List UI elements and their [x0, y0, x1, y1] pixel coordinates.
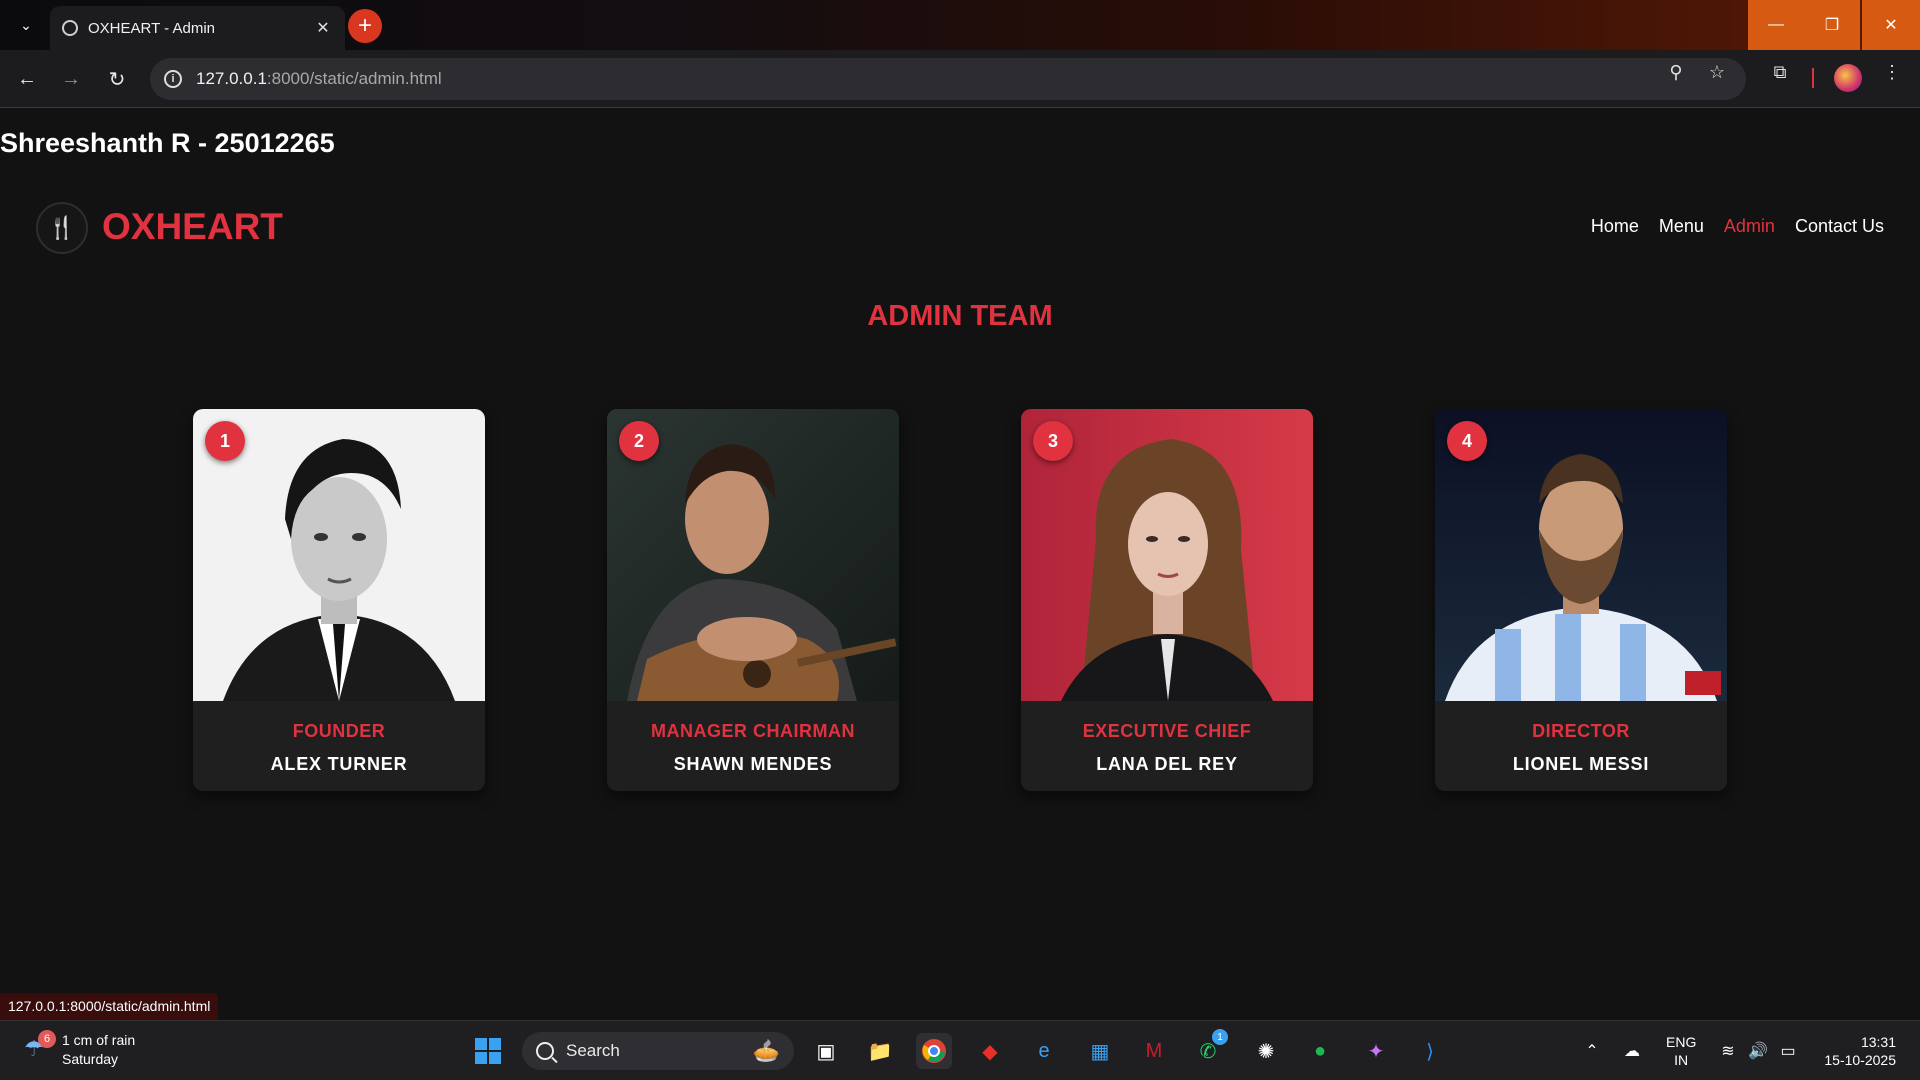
mcafee-icon[interactable]: M: [1136, 1033, 1172, 1069]
nav-menu[interactable]: Menu: [1659, 216, 1704, 237]
link-status-bubble: 127.0.0.1:8000/static/admin.html: [0, 993, 219, 1021]
forward-arrow-icon[interactable]: →: [56, 64, 86, 94]
search-icon: [536, 1042, 554, 1060]
spotify-icon[interactable]: ●: [1302, 1033, 1338, 1069]
reload-icon[interactable]: ↻: [102, 64, 132, 94]
new-tab-button[interactable]: +: [348, 9, 382, 43]
member-name: SHAWN MENDES: [673, 754, 833, 774]
window-close-button[interactable]: ✕: [1862, 0, 1920, 50]
taskbar: ☂ 6 1 cm of rain Saturday Search 🥧 ▣ 📁 ◆…: [0, 1020, 1920, 1080]
address-bar[interactable]: i 127.0.0.1:8000/static/admin.html: [150, 58, 1746, 100]
language-indicator[interactable]: ENG IN: [1666, 1033, 1696, 1069]
chrome-icon[interactable]: [916, 1033, 952, 1069]
anydesk-icon[interactable]: ◆: [972, 1033, 1008, 1069]
tab-search-dropdown-icon[interactable]: ⌄: [12, 12, 40, 38]
vscode-icon[interactable]: ⟩: [1412, 1033, 1448, 1069]
weather-day: Saturday: [62, 1051, 119, 1067]
main-nav: Home Menu Admin Contact Us: [1591, 216, 1884, 237]
member-role: MANAGER CHAIRMAN: [651, 721, 855, 741]
language-code: ENG: [1666, 1034, 1697, 1050]
team-card[interactable]: 3 EXECUTIVE CHIEF LANA DEL REY: [1021, 409, 1313, 791]
nav-home[interactable]: Home: [1591, 216, 1639, 237]
brand-title[interactable]: OXHEART: [102, 206, 283, 248]
window-minimize-button[interactable]: —: [1748, 0, 1804, 50]
extensions-icon[interactable]: ⧉: [1768, 60, 1792, 84]
bookmark-star-icon[interactable]: ☆: [1705, 60, 1729, 84]
clock[interactable]: 13:31 15-10-2025: [1824, 1033, 1896, 1069]
profile-avatar[interactable]: [1834, 64, 1862, 92]
url-host: 127.0.0.1: [196, 69, 267, 88]
site-info-icon[interactable]: i: [164, 70, 182, 88]
weather-badge: 6: [38, 1030, 56, 1048]
nav-admin[interactable]: Admin: [1724, 216, 1775, 237]
team-card[interactable]: 2 MANAGER CHAIRMAN SHAWN MENDES: [607, 409, 899, 791]
whatsapp-icon[interactable]: ✆ 1: [1190, 1029, 1228, 1069]
weather-widget[interactable]: ☂ 6 1 cm of rain Saturday: [24, 1030, 136, 1069]
search-label: Search: [566, 1041, 620, 1060]
chatgpt-icon[interactable]: ✺: [1248, 1033, 1284, 1069]
tab-close-icon[interactable]: ✕: [313, 18, 333, 38]
nav-contact-us[interactable]: Contact Us: [1795, 216, 1884, 237]
team-card[interactable]: 1 FOUNDER ALEX TURNER: [193, 409, 485, 791]
window-restore-button[interactable]: ❐: [1804, 0, 1860, 50]
battery-icon[interactable]: ▭: [1770, 1033, 1806, 1069]
clock-date: 15-10-2025: [1824, 1052, 1896, 1068]
zoom-icon[interactable]: ⚲: [1664, 60, 1688, 84]
browser-tab-bar: ⌄ OXHEART - Admin ✕ + — ❐ ✕: [0, 0, 1920, 50]
team-card[interactable]: 4 DIRECTOR LIONEL MESSI: [1435, 409, 1727, 791]
whatsapp-badge: 1: [1212, 1029, 1228, 1045]
member-role: FOUNDER: [292, 721, 386, 741]
student-heading: Shreeshanth R - 25012265: [0, 128, 335, 158]
store-icon[interactable]: ▦: [1082, 1033, 1118, 1069]
browser-tab-active[interactable]: OXHEART - Admin ✕: [50, 6, 345, 50]
globe-icon: [62, 20, 78, 36]
rank-badge: 4: [1447, 421, 1487, 461]
member-photo: 4: [1435, 409, 1727, 701]
rank-badge: 3: [1033, 421, 1073, 461]
weather-summary: 1 cm of rain: [62, 1032, 136, 1048]
tab-title: OXHEART - Admin: [88, 19, 215, 37]
ie-edge-icon[interactable]: e: [1026, 1033, 1062, 1069]
member-photo: 1: [193, 409, 485, 701]
member-name: LIONEL MESSI: [1512, 754, 1650, 774]
member-photo: 2: [607, 409, 899, 701]
member-photo: 3: [1021, 409, 1313, 701]
clock-time: 13:31: [1860, 1034, 1896, 1050]
member-role: EXECUTIVE CHIEF: [1082, 721, 1252, 741]
umbrella-rain-icon: ☂ 6: [24, 1030, 56, 1064]
toolbar-divider: [1812, 68, 1814, 88]
tray-chevron-icon[interactable]: ⌃: [1574, 1033, 1610, 1069]
page-content: Shreeshanth R - 25012265 🍴 OXHEART Home …: [0, 108, 1920, 1020]
windows-start-icon[interactable]: [470, 1033, 506, 1069]
member-name: LANA DEL REY: [1096, 754, 1238, 774]
onedrive-off-icon[interactable]: ☁: [1614, 1033, 1650, 1069]
browser-toolbar: ← → ↻ i 127.0.0.1:8000/static/admin.html…: [0, 50, 1920, 108]
rank-badge: 1: [205, 421, 245, 461]
member-name: ALEX TURNER: [270, 754, 408, 774]
rank-badge: 2: [619, 421, 659, 461]
menu-kebab-icon[interactable]: ⋮: [1880, 60, 1904, 84]
url-path: :8000/static/admin.html: [266, 69, 442, 88]
member-role: DIRECTOR: [1532, 721, 1630, 741]
file-explorer-icon[interactable]: 📁: [862, 1033, 898, 1069]
task-view-icon[interactable]: ▣: [808, 1033, 844, 1069]
pie-widget-icon: 🥧: [752, 1038, 780, 1063]
back-arrow-icon[interactable]: ←: [12, 64, 42, 94]
logo-icon[interactable]: 🍴: [36, 202, 88, 254]
taskbar-search[interactable]: Search 🥧: [522, 1032, 794, 1070]
region-code: IN: [1674, 1052, 1689, 1068]
section-title: ADMIN TEAM: [867, 300, 1053, 332]
copilot-icon[interactable]: ✦: [1358, 1033, 1394, 1069]
